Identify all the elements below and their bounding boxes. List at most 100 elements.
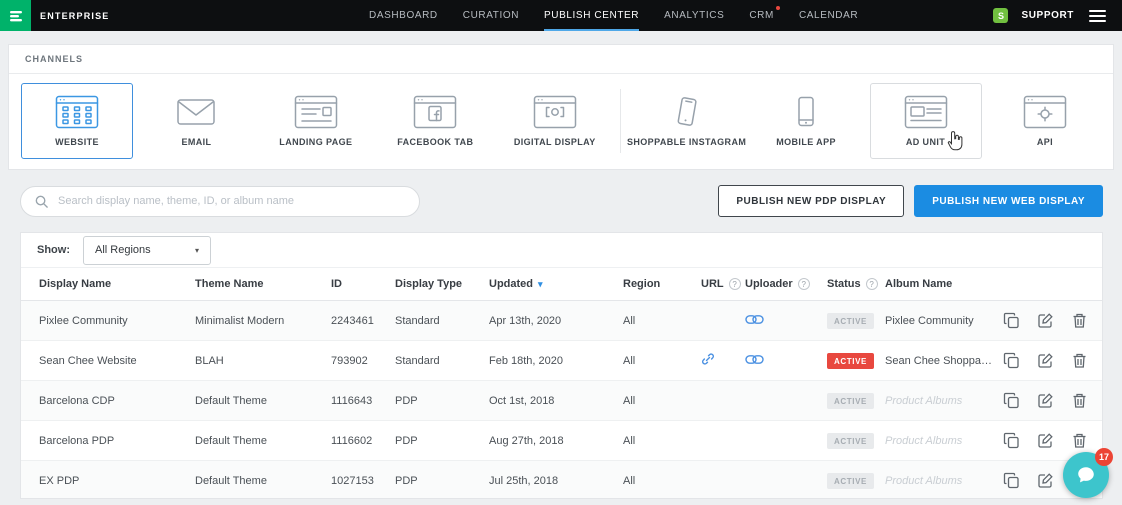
- search-box[interactable]: [20, 186, 420, 217]
- displays-table-panel: Show: All Regions ▾ Display Name Theme N…: [20, 232, 1103, 499]
- toolbar-buttons: PUBLISH NEW PDP DISPLAY PUBLISH NEW WEB …: [718, 185, 1103, 217]
- help-icon[interactable]: ?: [729, 278, 741, 290]
- nav-analytics[interactable]: ANALYTICS: [664, 0, 724, 31]
- cell-display-name: Sean Chee Website: [39, 355, 195, 367]
- channel-email[interactable]: EMAIL: [140, 83, 252, 159]
- menu-icon[interactable]: [1087, 6, 1108, 26]
- header-url: URL ?: [701, 278, 745, 290]
- channel-digital-display[interactable]: DIGITAL DISPLAY: [499, 83, 611, 159]
- channel-facebook-tab[interactable]: FACEBOOK TAB: [379, 83, 491, 159]
- delete-icon[interactable]: [1071, 432, 1088, 449]
- cell-id: 1116643: [331, 395, 395, 407]
- table-row[interactable]: EX PDP Default Theme 1027153 PDP Jul 25t…: [21, 461, 1102, 499]
- table-body: Pixlee Community Minimalist Modern 22434…: [21, 301, 1102, 499]
- publish-new-web-display-button[interactable]: PUBLISH NEW WEB DISPLAY: [914, 185, 1103, 217]
- channel-mobile-app[interactable]: MOBILE APP: [750, 83, 862, 159]
- copy-icon[interactable]: [1003, 392, 1020, 409]
- user-avatar-badge[interactable]: S: [993, 8, 1008, 23]
- header-updated[interactable]: Updated ▾: [489, 278, 623, 290]
- url-link-icon[interactable]: [701, 352, 715, 366]
- cell-theme-name: Default Theme: [195, 395, 331, 407]
- copy-icon[interactable]: [1003, 312, 1020, 329]
- cell-theme-name: Default Theme: [195, 475, 331, 487]
- cell-theme-name: Default Theme: [195, 435, 331, 447]
- api-icon: [1023, 95, 1067, 129]
- chevron-down-icon: ▾: [195, 246, 199, 255]
- cell-theme-name: BLAH: [195, 355, 331, 367]
- cell-id: 2243461: [331, 315, 395, 327]
- channel-website[interactable]: WEBSITE: [21, 83, 133, 159]
- channel-label: SHOPPABLE INSTAGRAM: [627, 137, 746, 147]
- channel-shoppable-instagram[interactable]: SHOPPABLE INSTAGRAM: [631, 83, 743, 159]
- cell-updated: Jul 25th, 2018: [489, 475, 623, 487]
- region-select[interactable]: All Regions ▾: [83, 236, 211, 265]
- nav-crm[interactable]: CRM: [749, 0, 774, 31]
- help-icon[interactable]: ?: [866, 278, 878, 290]
- nav-calendar[interactable]: CALENDAR: [799, 0, 858, 31]
- table-row[interactable]: Barcelona CDP Default Theme 1116643 PDP …: [21, 381, 1102, 421]
- edit-icon[interactable]: [1037, 392, 1054, 409]
- nav-publish-center[interactable]: PUBLISH CENTER: [544, 0, 639, 31]
- channel-label: DIGITAL DISPLAY: [514, 137, 596, 147]
- header-url-label: URL: [701, 278, 724, 290]
- cell-updated: Oct 1st, 2018: [489, 395, 623, 407]
- pixlee-logo-icon: [8, 8, 24, 24]
- filter-bar: Show: All Regions ▾: [21, 233, 1102, 268]
- edit-icon[interactable]: [1037, 312, 1054, 329]
- header-id[interactable]: ID: [331, 278, 395, 290]
- cell-status: ACTIVE: [827, 473, 885, 489]
- cell-album-name: Product Albums: [885, 395, 1003, 407]
- copy-icon[interactable]: [1003, 472, 1020, 489]
- search-input[interactable]: [58, 195, 406, 207]
- uploader-link-icon[interactable]: [745, 354, 764, 365]
- copy-icon[interactable]: [1003, 432, 1020, 449]
- delete-icon[interactable]: [1071, 352, 1088, 369]
- cell-uploader: [745, 314, 827, 328]
- cell-id: 1027153: [331, 475, 395, 487]
- header-status: Status ?: [827, 278, 885, 290]
- table-row[interactable]: Barcelona PDP Default Theme 1116602 PDP …: [21, 421, 1102, 461]
- ad-unit-icon: [904, 95, 948, 129]
- status-badge: ACTIVE: [827, 353, 874, 369]
- header-region[interactable]: Region: [623, 278, 701, 290]
- sort-desc-icon: ▾: [538, 279, 543, 290]
- show-label: Show:: [37, 244, 70, 256]
- cell-display-type: PDP: [395, 475, 489, 487]
- help-icon[interactable]: ?: [798, 278, 810, 290]
- delete-icon[interactable]: [1071, 392, 1088, 409]
- pixlee-logo[interactable]: [0, 0, 31, 31]
- cell-album-name: Pixlee Community: [885, 315, 1003, 327]
- table-row[interactable]: Sean Chee Website BLAH 793902 Standard F…: [21, 341, 1102, 381]
- table-row[interactable]: Pixlee Community Minimalist Modern 22434…: [21, 301, 1102, 341]
- channels-row: WEBSITE EMAIL LANDING PAGE: [9, 74, 1113, 168]
- status-badge: ACTIVE: [827, 313, 874, 329]
- delete-icon[interactable]: [1071, 312, 1088, 329]
- cell-status: ACTIVE: [827, 313, 885, 329]
- header-display-type[interactable]: Display Type: [395, 278, 489, 290]
- edit-icon[interactable]: [1037, 432, 1054, 449]
- copy-icon[interactable]: [1003, 352, 1020, 369]
- main-nav: DASHBOARD CURATION PUBLISH CENTER ANALYT…: [369, 0, 858, 31]
- nav-dashboard[interactable]: DASHBOARD: [369, 0, 438, 31]
- channel-ad-unit[interactable]: AD UNIT: [870, 83, 982, 159]
- publish-new-pdp-display-button[interactable]: PUBLISH NEW PDP DISPLAY: [718, 185, 904, 217]
- chat-launcher-button[interactable]: 17: [1063, 452, 1109, 498]
- facebook-tab-icon: [413, 95, 457, 129]
- header-album-name[interactable]: Album Name: [885, 278, 1003, 290]
- channel-label: API: [1037, 137, 1053, 147]
- cell-updated: Apr 13th, 2020: [489, 315, 623, 327]
- edit-icon[interactable]: [1037, 472, 1054, 489]
- channel-api[interactable]: API: [989, 83, 1101, 159]
- support-link[interactable]: SUPPORT: [1021, 10, 1074, 21]
- cell-album-name: Product Albums: [885, 475, 1003, 487]
- channel-label: FACEBOOK TAB: [397, 137, 473, 147]
- cell-status: ACTIVE: [827, 433, 885, 449]
- edit-icon[interactable]: [1037, 352, 1054, 369]
- header-theme-name[interactable]: Theme Name: [195, 278, 331, 290]
- uploader-link-icon[interactable]: [745, 314, 764, 325]
- brand-name: ENTERPRISE: [40, 11, 110, 21]
- channel-landing-page[interactable]: LANDING PAGE: [260, 83, 372, 159]
- header-display-name[interactable]: Display Name: [39, 278, 195, 290]
- channel-label: WEBSITE: [55, 137, 99, 147]
- nav-curation[interactable]: CURATION: [463, 0, 519, 31]
